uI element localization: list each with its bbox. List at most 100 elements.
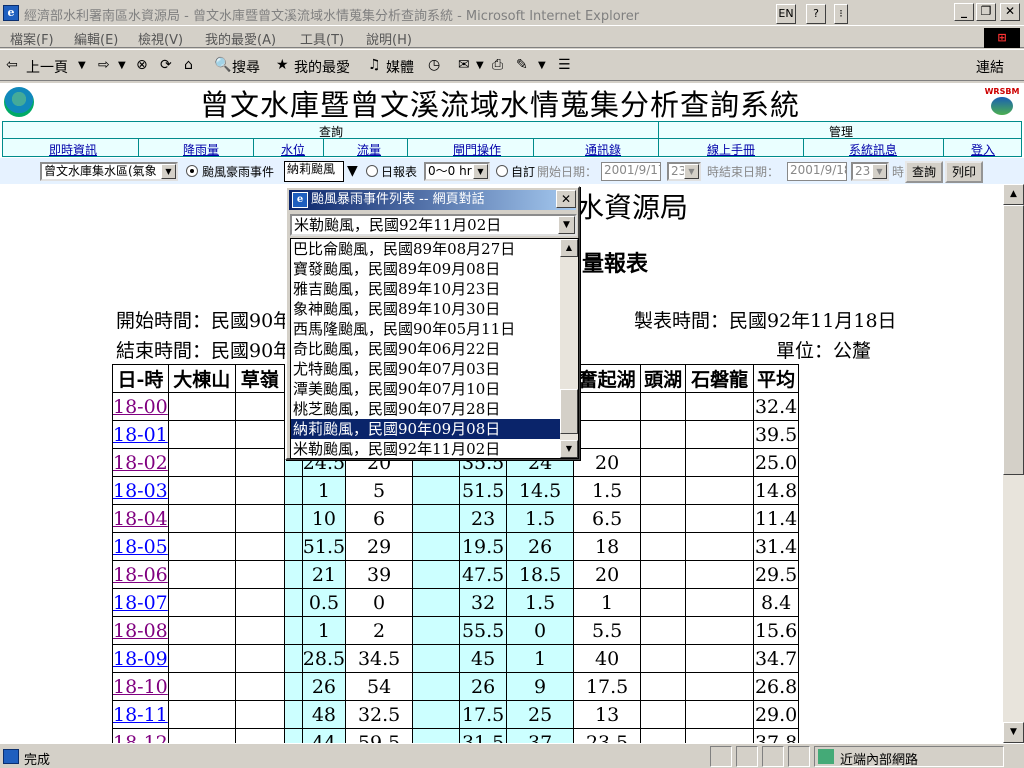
- chevron-down-icon[interactable]: ▼: [161, 164, 176, 179]
- start-date-input[interactable]: 2001/9/17: [601, 162, 661, 181]
- home-icon[interactable]: ⌂: [184, 57, 193, 73]
- list-scroll-down-icon[interactable]: ▼: [560, 440, 578, 458]
- hour-select[interactable]: 0～0 hr ▼: [424, 162, 490, 181]
- nav-link-system-messages[interactable]: 系統訊息: [849, 141, 897, 158]
- table-cell: 25.0: [753, 448, 800, 477]
- nav-link-realtime[interactable]: 即時資訊: [49, 141, 97, 158]
- mail-icon[interactable]: ✉: [458, 57, 470, 73]
- query-button[interactable]: 查詢: [905, 161, 943, 183]
- scroll-down-icon[interactable]: ▼: [1003, 722, 1024, 743]
- event-list[interactable]: 米勒颱風，民國92年11月02日 納莉颱風，民國90年09月08日 桃芝颱風，民國9…: [290, 238, 579, 459]
- nav-group-manage: 管理: [829, 125, 854, 139]
- table-cell: 26: [459, 672, 508, 701]
- menu-view[interactable]: 檢視(V): [138, 29, 183, 48]
- event-list-item[interactable]: 巴比侖颱風，民國89年08月27日: [291, 239, 561, 259]
- nav-link-contacts[interactable]: 通訊錄: [585, 141, 621, 158]
- time-link[interactable]: 18-11: [113, 704, 167, 726]
- end-date-input[interactable]: 2001/9/18: [787, 162, 847, 181]
- search-button[interactable]: 搜尋: [232, 57, 260, 77]
- typhoon-radio[interactable]: [186, 165, 198, 177]
- menu-file[interactable]: 檔案(F): [10, 29, 54, 48]
- nav-link-login[interactable]: 登入: [971, 141, 995, 158]
- event-list-item[interactable]: 西馬隆颱風，民國90年05月11日: [291, 319, 561, 339]
- links-button[interactable]: 連結: [976, 57, 1004, 77]
- daily-radio[interactable]: [366, 165, 378, 177]
- event-list-item[interactable]: 象神颱風，民國89年10月30日: [291, 299, 561, 319]
- back-button[interactable]: 上一頁: [26, 57, 68, 77]
- nav-link-manual[interactable]: 線上手冊: [707, 141, 755, 158]
- search-icon[interactable]: 🔍: [214, 57, 231, 73]
- event-select[interactable]: 米勒颱風，民國92年11月02日 ▼: [290, 214, 577, 236]
- menu-help[interactable]: 說明(H): [366, 29, 412, 48]
- typhoon-select[interactable]: 納莉颱風: [284, 161, 344, 182]
- menu-edit[interactable]: 編輯(E): [74, 29, 118, 48]
- media-button[interactable]: 媒體: [386, 57, 414, 77]
- print-button[interactable]: 列印: [945, 161, 983, 183]
- mail-dropdown-icon[interactable]: ▼: [476, 60, 484, 71]
- event-list-item[interactable]: 潭美颱風，民國90年07月10日: [291, 379, 561, 399]
- time-link[interactable]: 18-03: [113, 480, 167, 502]
- help-icon[interactable]: ?: [806, 4, 826, 24]
- favorites-icon[interactable]: ★: [276, 57, 289, 73]
- typhoon-dropdown-icon[interactable]: ▼: [347, 163, 358, 179]
- menu-favorites[interactable]: 我的最愛(A): [205, 29, 276, 48]
- back-dropdown-icon[interactable]: ▼: [78, 60, 86, 71]
- refresh-icon[interactable]: ⟳: [160, 57, 172, 73]
- discuss-icon[interactable]: ☰: [558, 57, 571, 73]
- end-time: 結束時間：民國90年: [116, 340, 293, 362]
- event-list-item[interactable]: 寶發颱風，民國89年09月08日: [291, 259, 561, 279]
- event-list-item[interactable]: 納莉颱風，民國90年09月08日: [291, 419, 561, 439]
- list-scroll-up-icon[interactable]: ▲: [560, 239, 578, 257]
- time-link[interactable]: 18-06: [113, 564, 167, 586]
- list-scrollbar[interactable]: ▲ ▼: [560, 239, 578, 458]
- time-link[interactable]: 18-00: [113, 396, 167, 418]
- time-link[interactable]: 18-04: [113, 508, 167, 530]
- time-link[interactable]: 18-01: [113, 424, 167, 446]
- time-link[interactable]: 18-08: [113, 620, 167, 642]
- nav-link-gate-operation[interactable]: 閘門操作: [453, 141, 501, 158]
- event-list-item[interactable]: 桃芝颱風，民國90年07月28日: [291, 399, 561, 419]
- tray-scroll-icon[interactable]: ⁝: [834, 4, 848, 24]
- back-arrow-icon[interactable]: ⇦: [6, 57, 18, 73]
- nav-link-rainfall[interactable]: 降雨量: [183, 141, 219, 158]
- time-link[interactable]: 18-05: [113, 536, 167, 558]
- media-icon[interactable]: ♫: [368, 57, 381, 73]
- forward-dropdown-icon[interactable]: ▼: [118, 60, 126, 71]
- chevron-down-icon[interactable]: ▼: [558, 216, 575, 234]
- close-button[interactable]: ✕: [1000, 3, 1020, 21]
- end-hour-select[interactable]: 23 ▼: [851, 162, 889, 181]
- language-indicator[interactable]: EN: [776, 4, 796, 24]
- time-link[interactable]: 18-10: [113, 676, 167, 698]
- time-link[interactable]: 18-02: [113, 452, 167, 474]
- event-list-item[interactable]: 尤特颱風，民國90年07月03日: [291, 359, 561, 379]
- time-link[interactable]: 18-09: [113, 648, 167, 670]
- menu-tools[interactable]: 工具(T): [300, 29, 344, 48]
- nav-link-flow[interactable]: 流量: [357, 141, 381, 158]
- chevron-down-icon[interactable]: ▼: [872, 164, 887, 179]
- dialog-close-button[interactable]: ✕: [556, 190, 576, 208]
- minimize-button[interactable]: _: [954, 3, 974, 21]
- event-list-item[interactable]: 雅吉颱風，民國89年10月23日: [291, 279, 561, 299]
- chevron-down-icon[interactable]: ▼: [473, 164, 488, 179]
- event-list-item[interactable]: 奇比颱風，民國90年06月22日: [291, 339, 561, 359]
- history-icon[interactable]: ◷: [428, 57, 440, 73]
- chevron-down-icon[interactable]: ▼: [684, 164, 699, 179]
- event-list-item[interactable]: 米勒颱風，民國92年11月02日: [291, 439, 561, 458]
- edit-dropdown-icon[interactable]: ▼: [538, 60, 546, 71]
- restore-button[interactable]: ❐: [976, 3, 996, 21]
- stop-icon[interactable]: ⊗: [136, 57, 148, 73]
- area-select[interactable]: 曾文水庫集水區(氣象 ▼: [40, 162, 178, 181]
- start-hour-select[interactable]: 23 ▼: [667, 162, 701, 181]
- scroll-thumb[interactable]: [1003, 205, 1024, 475]
- time-link[interactable]: 18-12: [113, 732, 167, 744]
- list-scroll-thumb[interactable]: [560, 389, 578, 434]
- edit-icon[interactable]: ✎: [516, 57, 528, 73]
- nav-link-water-level[interactable]: 水位: [281, 141, 305, 158]
- custom-radio[interactable]: [496, 165, 508, 177]
- forward-arrow-icon[interactable]: ⇨: [98, 57, 110, 73]
- print-icon[interactable]: ⎙: [492, 57, 503, 73]
- time-link[interactable]: 18-07: [113, 592, 167, 614]
- scroll-up-icon[interactable]: ▲: [1003, 184, 1024, 205]
- page-scrollbar[interactable]: ▲ ▼: [1003, 184, 1024, 743]
- favorites-button[interactable]: 我的最愛: [294, 57, 350, 77]
